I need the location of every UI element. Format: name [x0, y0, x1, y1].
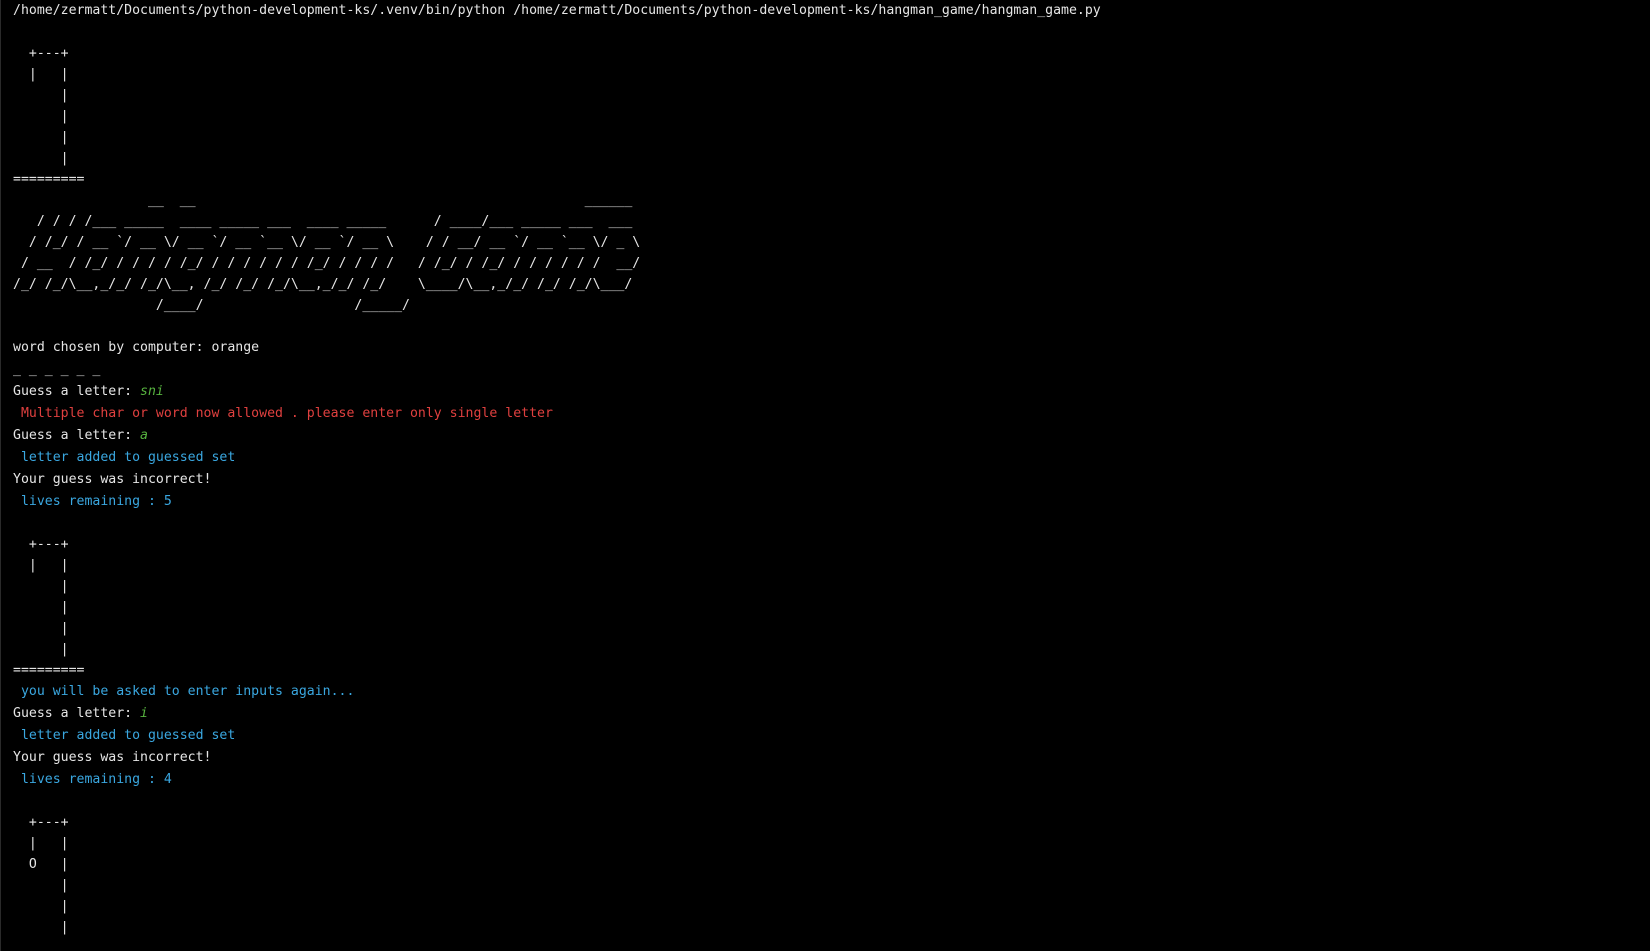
- banner-line: /_/ /_/\__,_/_/ /_/\__, /_/ /_/ /_/\__,_…: [13, 277, 633, 292]
- gallows-line: | |: [13, 836, 69, 851]
- retry-notice: you will be asked to enter inputs again.…: [13, 684, 355, 699]
- gallows-line: |: [13, 899, 69, 914]
- banner-line: /____/ /_____/: [13, 298, 410, 313]
- lives-remaining: lives remaining : 5: [13, 494, 172, 509]
- gallows-line: +---+: [13, 815, 69, 830]
- gallows-line: |: [13, 109, 69, 124]
- terminal-output[interactable]: /home/zermatt/Documents/python-developme…: [0, 0, 1650, 951]
- hangman-stage-0: +---+ | | | | | | =========: [13, 43, 1650, 190]
- gallows-line: |: [13, 642, 69, 657]
- banner-line: / __ / /_/ / / / / /_/ / / / / / / /_/ /…: [13, 256, 641, 271]
- gallows-line: | |: [13, 67, 69, 82]
- hangman-stage-2: +---+ | | O | | | |: [13, 812, 1650, 938]
- gallows-line: +---+: [13, 537, 69, 552]
- user-input: i: [140, 706, 148, 721]
- letter-added-message: letter added to guessed set: [13, 728, 236, 743]
- letter-added-message: letter added to guessed set: [13, 450, 236, 465]
- run-command: /home/zermatt/Documents/python-developme…: [13, 3, 1101, 18]
- gallows-line: |: [13, 878, 69, 893]
- user-input: sni: [140, 384, 164, 399]
- gallows-head: O |: [13, 857, 69, 872]
- gallows-line: | |: [13, 558, 69, 573]
- banner-line: / /_/ / __ `/ __ \/ __ `/ __ `__ \/ __ `…: [13, 235, 641, 250]
- lives-remaining: lives remaining : 4: [13, 772, 172, 787]
- gallows-line: +---+: [13, 46, 69, 61]
- gallows-line: |: [13, 920, 69, 935]
- user-input: a: [140, 428, 148, 443]
- banner-line: / / / /___ _____ ____ _____ ___ ____ ___…: [13, 214, 633, 229]
- hangman-stage-1: +---+ | | | | | | =========: [13, 534, 1650, 681]
- gallows-line: |: [13, 579, 69, 594]
- gallows-line: |: [13, 600, 69, 615]
- guess-prompt-line: Guess a letter: a: [13, 425, 1650, 447]
- guess-prompt: Guess a letter:: [13, 384, 141, 399]
- word-chosen-text: word chosen by computer: orange: [13, 340, 260, 355]
- word-blanks: _ _ _ _ _ _: [13, 362, 101, 377]
- gallows-line: |: [13, 88, 69, 103]
- guess-prompt-line: Guess a letter: sni: [13, 381, 1650, 403]
- gallows-line: |: [13, 151, 69, 166]
- gallows-line: |: [13, 130, 69, 145]
- gallows-line: |: [13, 621, 69, 636]
- gallows-base: =========: [13, 172, 85, 187]
- incorrect-message: Your guess was incorrect!: [13, 472, 212, 487]
- guess-prompt: Guess a letter:: [13, 428, 141, 443]
- guess-prompt: Guess a letter:: [13, 706, 141, 721]
- guess-prompt-line: Guess a letter: i: [13, 703, 1650, 725]
- banner-line: __ __ ______: [13, 193, 633, 208]
- incorrect-message: Your guess was incorrect!: [13, 750, 212, 765]
- error-message: Multiple char or word now allowed . plea…: [13, 406, 553, 421]
- ascii-banner: __ __ ______ / / / /___ _____ ____ _____…: [13, 190, 1650, 316]
- gallows-base: =========: [13, 663, 85, 678]
